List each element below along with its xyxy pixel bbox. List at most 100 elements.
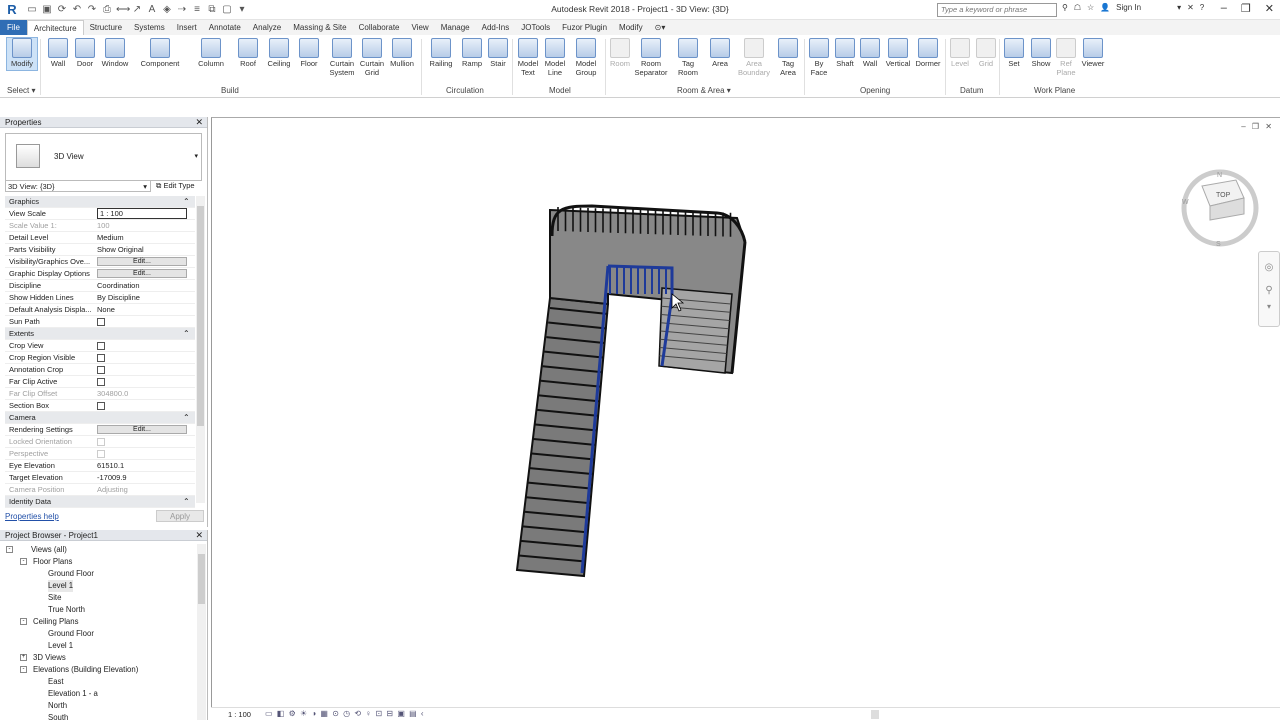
curtain-system-button[interactable]: Curtain System [326,38,358,77]
stair-model[interactable] [212,118,1280,708]
collapse-icon[interactable]: ⌃ [183,496,195,507]
tree-node[interactable]: North [5,700,195,712]
save-icon[interactable]: ▣ [41,4,53,16]
edit-button[interactable]: Edit... [97,425,187,434]
checkbox[interactable] [97,318,105,326]
tab-annotate[interactable]: Annotate [203,20,247,35]
viewer-button[interactable]: Viewer [1079,38,1107,68]
section-icon[interactable]: ⇢ [176,4,188,16]
model-line-button[interactable]: Model Line [543,38,567,77]
ramp-button[interactable]: Ramp [460,38,484,68]
tag-room-button[interactable]: Tag Room [674,38,702,77]
properties-scrollbar[interactable] [196,196,205,503]
restore-icon[interactable]: ❐ [1241,2,1251,15]
railing-button[interactable]: Railing [427,38,455,68]
collapse-icon[interactable]: - [20,558,27,565]
view-scale-input[interactable]: 1 : 100 [97,208,187,219]
property-section[interactable]: Graphics ⌃ [5,196,195,208]
property-value[interactable]: 1 : 100 [95,208,195,219]
property-value[interactable]: Edit... [95,424,195,435]
tree-node[interactable]: Level 1 [5,580,195,592]
property-value[interactable] [95,316,195,327]
model-group-button[interactable]: Model Group [572,38,600,77]
tab-jotools[interactable]: JOTools [515,20,556,35]
property-section[interactable]: Identity Data ⌃ [5,496,195,508]
collapse-icon[interactable]: ⌃ [183,196,195,207]
horizontal-scroll-thumb[interactable] [871,710,879,719]
checkbox[interactable] [97,402,105,410]
property-value[interactable]: Edit... [95,268,195,279]
help-icon[interactable]: ? [1200,3,1204,12]
type-selector[interactable]: 3D View ▾ [5,133,202,181]
view-scale[interactable]: 1 : 100 [228,710,251,719]
tab-massing-site[interactable]: Massing & Site [287,20,352,35]
window-button[interactable]: Window [99,38,131,68]
wall-button[interactable]: Wall [46,38,70,68]
floor-button[interactable]: Floor [297,38,321,68]
property-value[interactable]: -17009.9 [95,472,195,483]
checkbox[interactable] [97,378,105,386]
property-value[interactable] [95,364,195,375]
tab-architecture[interactable]: Architecture [26,19,84,36]
by-face-button[interactable]: By Face [808,38,830,77]
tree-node[interactable]: South [5,712,195,724]
steering-wheel-icon[interactable]: ◎ [1259,262,1279,273]
measure-icon[interactable]: ⟷ [116,4,130,16]
area-boundary-button[interactable]: Area Boundary [736,38,772,77]
close-hidden-icon[interactable]: ⧉ [206,4,218,16]
undo-icon[interactable]: ↶ [71,4,83,16]
view-control-icons[interactable]: ▭ ◧ ⚙ ☀ ◑ ▦ ⊙ ◷ ⟲ ♀ ⊡ ⊟ ▣ ▤ ‹ [265,709,425,718]
edit-type-button[interactable]: ⧉ Edit Type [156,180,195,192]
aligned-dimension-icon[interactable]: ↗ [131,4,143,16]
close-icon[interactable]: ✕ [1265,2,1274,15]
curtain-grid-button[interactable]: Curtain Grid [358,38,386,77]
level-button[interactable]: Level [949,38,971,68]
tree-node[interactable]: - Elevations (Building Elevation) [5,664,195,676]
property-section[interactable]: Camera ⌃ [5,412,195,424]
ref-plane-button[interactable]: Ref Plane [1055,38,1077,77]
room-button[interactable]: Room [608,38,632,68]
close-browser-icon[interactable]: ✕ [195,530,203,541]
ceiling-button[interactable]: Ceiling [264,38,294,68]
redo-icon[interactable]: ↷ [86,4,98,16]
property-value[interactable]: Show Original [95,244,195,255]
favorites-icon[interactable]: ☆ [1087,3,1094,12]
browser-scrollbar[interactable] [197,544,206,720]
property-section[interactable]: Extents ⌃ [5,328,195,340]
3d-view-canvas[interactable]: – ❐ ✕ N W S TOP ◎ ⚲ ▾ [211,117,1280,707]
tag-area-button[interactable]: Tag Area [776,38,800,77]
stair-button[interactable]: Stair [486,38,510,68]
property-value[interactable]: By Discipline [95,292,195,303]
grid-button[interactable]: Grid [975,38,997,68]
tree-node[interactable]: Ground Floor [5,568,195,580]
tree-node[interactable]: - Floor Plans [5,556,195,568]
collapse-icon[interactable]: - [6,546,13,553]
print-icon[interactable]: ⎙ [101,4,113,16]
switch-windows-icon[interactable]: ▢ [221,4,233,16]
properties-help-link[interactable]: Properties help [5,512,59,521]
tree-node[interactable]: +3D Views [5,652,195,664]
property-value[interactable] [95,352,195,363]
open-icon[interactable]: ▭ [26,4,38,16]
contextual-toggle-icon[interactable]: ⊙▾ [649,20,672,35]
tree-node[interactable]: Level 1 [5,640,195,652]
tree-node[interactable]: - Ceiling Plans [5,616,195,628]
shaft-button[interactable]: Shaft [833,38,857,68]
vertical-button[interactable]: Vertical [884,38,912,68]
sign-in-link[interactable]: Sign In [1116,3,1141,12]
minimize-icon[interactable]: – [1221,2,1227,15]
user-icon[interactable]: 👤 [1100,3,1110,12]
exchange-icon[interactable]: ✕ [1187,3,1194,12]
modify-button[interactable]: Modify [6,37,38,71]
subscription-icon[interactable]: ☖ [1074,3,1081,12]
checkbox[interactable] [97,354,105,362]
property-value[interactable]: Medium [95,232,195,243]
property-value[interactable]: 61510.1 [95,460,195,471]
tab-insert[interactable]: Insert [171,20,203,35]
chevron-down-icon[interactable]: ▾ [194,152,198,160]
instance-selector[interactable]: 3D View: {3D} ▾ [5,180,151,192]
zoom-icon[interactable]: ⚲ [1259,285,1279,296]
mullion-button[interactable]: Mullion [387,38,417,68]
tab-modify[interactable]: Modify [613,20,649,35]
roof-button[interactable]: Roof [236,38,260,68]
